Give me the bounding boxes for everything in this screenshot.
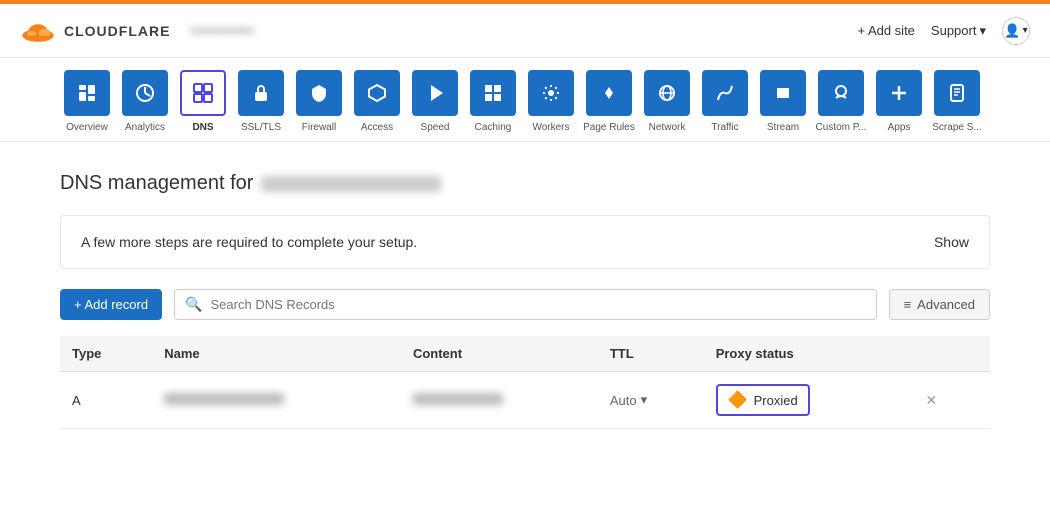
dns-icon — [180, 70, 226, 116]
access-label: Access — [361, 122, 393, 133]
scrape-label: Scrape S... — [932, 122, 981, 133]
sidebar-item-network[interactable]: Network — [640, 70, 694, 141]
header-left: CLOUDFLARE •••••••••••••• — [20, 13, 254, 49]
access-icon — [354, 70, 400, 116]
nav-container: Overview Analytics DNS SSL/TLS Firewa — [0, 58, 1050, 142]
domain-name — [261, 176, 441, 192]
col-name: Name — [152, 336, 401, 372]
search-input[interactable] — [211, 297, 866, 312]
add-site-button[interactable]: + Add site — [857, 23, 914, 38]
show-link[interactable]: Show — [934, 234, 969, 250]
stream-icon — [760, 70, 806, 116]
network-icon — [644, 70, 690, 116]
apps-icon — [876, 70, 922, 116]
sidebar-item-workers[interactable]: Workers — [524, 70, 578, 141]
overview-icon — [64, 70, 110, 116]
speed-icon — [412, 70, 458, 116]
search-box: 🔍 — [174, 289, 877, 320]
sidebar-item-analytics[interactable]: Analytics — [118, 70, 172, 141]
pagerules-icon — [586, 70, 632, 116]
add-record-button[interactable]: + Add record — [60, 289, 162, 320]
custompages-label: Custom P... — [816, 122, 867, 133]
page-title: DNS management for — [60, 172, 990, 195]
ssl-label: SSL/TLS — [241, 122, 281, 133]
dns-table: Type Name Content TTL Proxy status A Aut… — [60, 336, 990, 429]
row-type: A — [60, 372, 152, 429]
delete-button[interactable]: ✕ — [920, 390, 944, 410]
col-actions — [908, 336, 991, 372]
menu-icon: ≡ — [904, 297, 912, 312]
row-content — [401, 372, 598, 429]
sidebar-item-firewall[interactable]: Firewall — [292, 70, 346, 141]
logo-area: CLOUDFLARE — [20, 13, 170, 49]
account-icon[interactable]: 👤 ▾ — [1002, 17, 1030, 45]
stream-label: Stream — [767, 122, 799, 133]
sidebar-item-overview[interactable]: Overview — [60, 70, 114, 141]
fire-icon: 🔶 — [728, 390, 748, 410]
sidebar-item-ssl[interactable]: SSL/TLS — [234, 70, 288, 141]
dns-label: DNS — [192, 122, 213, 133]
workers-icon — [528, 70, 574, 116]
table-row: A Auto ▾ 🔶 Proxied ✕ — [60, 372, 990, 429]
firewall-icon — [296, 70, 342, 116]
sidebar-item-access[interactable]: Access — [350, 70, 404, 141]
pagerules-label: Page Rules — [583, 122, 635, 133]
row-name — [152, 372, 401, 429]
ssl-icon — [238, 70, 284, 116]
sidebar-item-caching[interactable]: Caching — [466, 70, 520, 141]
overview-label: Overview — [66, 122, 108, 133]
row-delete: ✕ — [908, 372, 991, 429]
setup-notice: A few more steps are required to complet… — [60, 215, 990, 269]
sidebar-item-dns[interactable]: DNS — [176, 70, 230, 141]
dns-toolbar: + Add record 🔍 ≡ Advanced — [60, 289, 990, 320]
setup-notice-text: A few more steps are required to complet… — [81, 234, 417, 250]
analytics-icon — [122, 70, 168, 116]
sidebar-item-speed[interactable]: Speed — [408, 70, 462, 141]
sidebar-item-stream[interactable]: Stream — [756, 70, 810, 141]
scrape-icon — [934, 70, 980, 116]
custompages-icon — [818, 70, 864, 116]
traffic-icon — [702, 70, 748, 116]
support-button[interactable]: Support ▾ — [931, 23, 986, 39]
col-content: Content — [401, 336, 598, 372]
network-label: Network — [649, 122, 686, 133]
firewall-label: Firewall — [302, 122, 336, 133]
caching-icon — [470, 70, 516, 116]
speed-label: Speed — [421, 122, 450, 133]
header: CLOUDFLARE •••••••••••••• + Add site Sup… — [0, 4, 1050, 58]
col-ttl: TTL — [598, 336, 704, 372]
advanced-button[interactable]: ≡ Advanced — [889, 289, 990, 320]
traffic-label: Traffic — [711, 122, 738, 133]
main-content: DNS management for A few more steps are … — [0, 142, 1050, 449]
sidebar-item-traffic[interactable]: Traffic — [698, 70, 752, 141]
cloudflare-text: CLOUDFLARE — [64, 23, 170, 39]
col-type: Type — [60, 336, 152, 372]
caching-label: Caching — [475, 122, 512, 133]
sidebar-item-apps[interactable]: Apps — [872, 70, 926, 141]
col-proxy: Proxy status — [704, 336, 908, 372]
proxy-badge[interactable]: 🔶 Proxied — [716, 384, 810, 416]
row-proxy: 🔶 Proxied — [704, 372, 908, 429]
search-icon: 🔍 — [185, 296, 202, 313]
table-header-row: Type Name Content TTL Proxy status — [60, 336, 990, 372]
site-name: •••••••••••••• — [190, 23, 254, 38]
header-right: + Add site Support ▾ 👤 ▾ — [857, 17, 1030, 45]
sidebar-item-custompages[interactable]: Custom P... — [814, 70, 868, 141]
sidebar-item-scrape[interactable]: Scrape S... — [930, 70, 984, 141]
analytics-label: Analytics — [125, 122, 165, 133]
workers-label: Workers — [532, 122, 569, 133]
sidebar-item-pagerules[interactable]: Page Rules — [582, 70, 636, 141]
apps-label: Apps — [888, 122, 911, 133]
cloudflare-logo — [20, 13, 56, 49]
row-ttl: Auto ▾ — [598, 372, 704, 429]
